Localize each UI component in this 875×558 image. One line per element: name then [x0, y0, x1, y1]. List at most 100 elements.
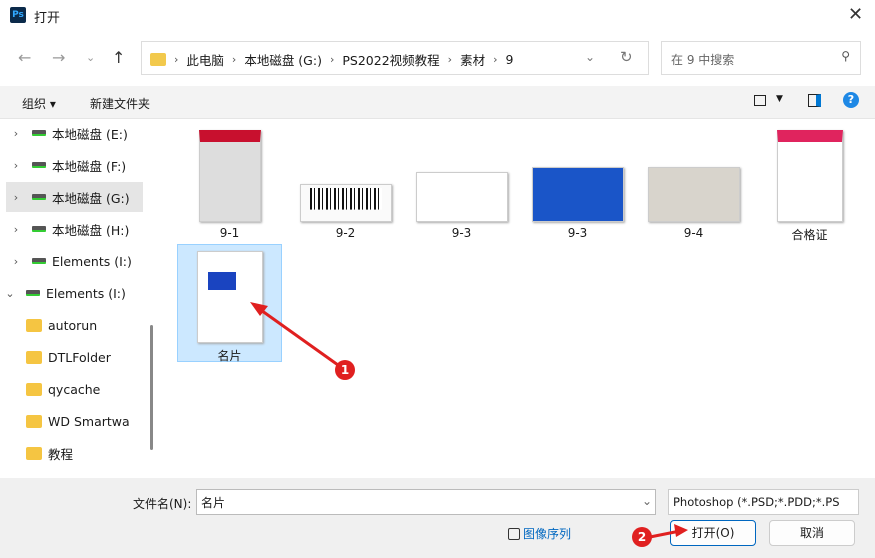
- sidebar-item-label: WD Smartwa: [48, 413, 130, 429]
- chevron-right-icon[interactable]: ›: [6, 223, 26, 236]
- file-name: 9-3: [451, 226, 472, 240]
- folder-icon: [26, 446, 42, 460]
- organize-button[interactable]: 组织 ▾: [22, 95, 56, 112]
- sidebar-item[interactable]: ›autorun: [6, 310, 143, 340]
- search-input[interactable]: 在 9 中搜索 ⚲: [661, 41, 861, 75]
- sidebar-item-label: 教程: [48, 446, 74, 462]
- sidebar-item-label: autorun: [48, 317, 98, 333]
- file-thumbnail: [415, 172, 508, 222]
- filename-label: 文件名(N):: [133, 497, 192, 511]
- preview-pane-icon[interactable]: [808, 94, 821, 107]
- image-sequence-checkbox[interactable]: 图像序列: [508, 525, 571, 542]
- drive-icon: [32, 194, 46, 200]
- sidebar-item-label: Elements (I:): [46, 285, 126, 301]
- drive-icon: [32, 226, 46, 232]
- sidebar-item[interactable]: › 本地磁盘 (G:): [6, 182, 143, 212]
- crumb-ps2022[interactable]: PS2022视频教程: [342, 50, 439, 69]
- filename-input[interactable]: 名片: [196, 489, 656, 515]
- file-item[interactable]: 9-3: [409, 124, 514, 242]
- sidebar-item-label: 本地磁盘 (H:): [52, 222, 130, 238]
- chevron-right-icon[interactable]: ›: [6, 159, 26, 172]
- sidebar-item[interactable]: ›DTLFolder: [6, 342, 143, 372]
- checkbox-icon[interactable]: [508, 527, 520, 540]
- sidebar-item[interactable]: › 本地磁盘 (F:): [6, 150, 143, 180]
- search-icon: ⚲: [841, 49, 850, 63]
- file-item[interactable]: 9-2: [293, 124, 398, 242]
- file-thumbnail: [531, 167, 624, 222]
- sidebar-item-label: 本地磁盘 (E:): [52, 126, 128, 142]
- file-thumbnail: [776, 130, 843, 222]
- view-dropdown-icon[interactable]: ▼: [776, 94, 783, 104]
- file-thumbnail: [198, 130, 261, 222]
- sidebar-item-label: qycache: [48, 381, 101, 397]
- file-thumbnail: [299, 184, 392, 222]
- sidebar-item-label: 本地磁盘 (F:): [52, 158, 127, 174]
- sidebar-item[interactable]: › Elements (I:): [6, 246, 143, 276]
- file-item[interactable]: 名片: [177, 244, 282, 363]
- sidebar-item-label: 本地磁盘 (G:): [52, 190, 130, 206]
- folder-icon: [26, 318, 42, 332]
- crumb-material[interactable]: 素材: [460, 50, 485, 69]
- forward-icon[interactable]: →: [52, 48, 65, 67]
- sidebar-item[interactable]: › 本地磁盘 (E:): [6, 118, 143, 148]
- sidebar-item[interactable]: ›教程: [6, 438, 143, 468]
- address-dropdown-icon[interactable]: ⌄: [585, 50, 595, 64]
- sidebar-item[interactable]: ⌄ Elements (I:): [5, 278, 143, 308]
- cancel-button[interactable]: 取消: [769, 520, 855, 546]
- up-icon[interactable]: ↑: [112, 48, 125, 67]
- back-icon[interactable]: ←: [18, 48, 31, 67]
- file-list: 9-1 9-2 9-3 9-3 9-4 合格证名片: [160, 120, 875, 478]
- file-item[interactable]: 9-4: [641, 124, 746, 242]
- annotation-badge-1: 1: [335, 360, 355, 380]
- drive-icon: [32, 162, 46, 168]
- file-name: 9-1: [219, 226, 240, 240]
- card-blue-block: [207, 272, 236, 290]
- folder-icon: [150, 53, 166, 66]
- file-name: 9-2: [335, 226, 356, 240]
- drive-icon: [26, 290, 40, 296]
- sidebar-item[interactable]: › 本地磁盘 (H:): [6, 214, 143, 244]
- crumb-this-pc[interactable]: 此电脑: [186, 50, 224, 69]
- refresh-icon[interactable]: ↻: [620, 48, 633, 66]
- file-item[interactable]: 9-3: [525, 124, 630, 242]
- crumb-9[interactable]: 9: [505, 52, 513, 67]
- recent-chevron-icon[interactable]: ⌄: [86, 51, 95, 64]
- chevron-down-icon[interactable]: ⌄: [0, 287, 20, 300]
- title-bar: Ps 打开 ✕: [0, 0, 875, 30]
- sidebar-scrollbar[interactable]: [150, 325, 153, 450]
- chevron-right-icon[interactable]: ›: [6, 255, 26, 268]
- close-icon[interactable]: ✕: [848, 4, 863, 25]
- crumb-drive-g[interactable]: 本地磁盘 (G:): [244, 50, 322, 69]
- drive-icon: [32, 130, 46, 136]
- folder-icon: [26, 350, 42, 364]
- file-thumbnail: [196, 251, 263, 343]
- file-item[interactable]: 合格证: [757, 124, 862, 242]
- drive-icon: [32, 258, 46, 264]
- search-placeholder: 在 9 中搜索: [671, 53, 735, 67]
- file-thumbnail: [647, 167, 740, 222]
- file-name: 9-4: [683, 226, 704, 240]
- filename-dropdown-icon[interactable]: ⌄: [642, 494, 652, 508]
- file-name: 名片: [217, 349, 242, 363]
- new-folder-button[interactable]: 新建文件夹: [90, 95, 150, 112]
- sidebar-item-label: DTLFolder: [48, 349, 111, 365]
- help-icon[interactable]: ?: [843, 92, 859, 108]
- folder-icon: [26, 382, 42, 396]
- sidebar-item-label: Elements (I:): [52, 253, 132, 269]
- photoshop-icon: Ps: [10, 7, 26, 23]
- file-name: 9-3: [567, 226, 588, 240]
- view-icon[interactable]: [754, 95, 766, 106]
- chevron-right-icon[interactable]: ›: [6, 191, 26, 204]
- file-name: 合格证: [791, 228, 828, 242]
- file-item[interactable]: 9-1: [177, 124, 282, 242]
- chevron-right-icon[interactable]: ›: [6, 127, 26, 140]
- filetype-select[interactable]: Photoshop (*.PSD;*.PDD;*.PS: [668, 489, 859, 515]
- image-sequence-label: 图像序列: [523, 527, 572, 541]
- toolbar: 组织 ▾ 新建文件夹 ▼ ?: [0, 86, 875, 119]
- annotation-badge-2: 2: [632, 527, 652, 547]
- open-button[interactable]: 打开(O): [670, 520, 756, 546]
- navigation-pane: › 本地磁盘 (E:) › 本地磁盘 (F:) › 本地磁盘 (G:) › 本地磁盘 (H:)…: [0, 120, 150, 478]
- sidebar-item[interactable]: ›qycache: [6, 374, 143, 404]
- sidebar-item[interactable]: ›WD Smartwa: [6, 406, 143, 436]
- breadcrumb: › 此电脑 › 本地磁盘 (G:) › PS2022视频教程 › 素材 › 9: [150, 50, 513, 69]
